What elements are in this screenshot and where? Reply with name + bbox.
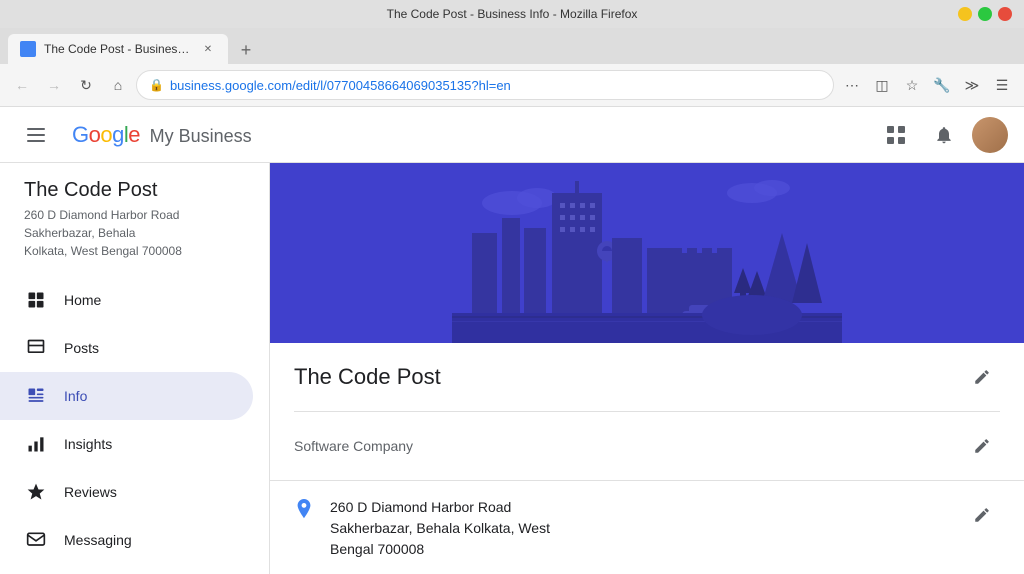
business-name-row: The Code Post (294, 343, 1000, 412)
cover-image (270, 163, 1024, 343)
sidebar: The Code Post 260 D Diamond Harbor Road … (0, 163, 270, 574)
sidebar-business-address: 260 D Diamond Harbor Road Sakherbazar, B… (0, 206, 269, 260)
sidebar-item-info[interactable]: Info (0, 372, 253, 420)
header-actions (876, 115, 1008, 155)
sidebar-item-reviews-label: Reviews (64, 484, 117, 500)
overflow-button[interactable]: ≫ (958, 71, 986, 99)
content-area: The Code Post 260 D Diamond Harbor Road … (0, 163, 1024, 574)
sidebar-item-posts-label: Posts (64, 340, 99, 356)
google-logo: Google My Business (72, 122, 252, 148)
url-domain: business.google.com (170, 78, 292, 93)
minimize-button[interactable] (958, 7, 972, 21)
tab-bar: The Code Post - Business In... ✕ + (0, 28, 1024, 64)
reviews-icon (24, 480, 48, 504)
active-tab[interactable]: The Code Post - Business In... ✕ (8, 34, 228, 64)
address-line2: Sakherbazar, Behala (24, 224, 245, 242)
address-detail-line3: Bengal 700008 (330, 539, 948, 560)
main-content: The Code Post Software Company (270, 163, 1024, 574)
tools-button[interactable]: 🔧 (928, 71, 956, 99)
business-category-row: Software Company (294, 412, 1000, 480)
lock-icon: 🔒 (149, 78, 164, 92)
address-bar: ← → ↻ ⌂ 🔒 business.google.com/edit/l/077… (0, 64, 1024, 106)
more-options-button[interactable]: ⋯ (838, 71, 866, 99)
address-row: 260 D Diamond Harbor Road Sakherbazar, B… (294, 497, 1000, 560)
avatar-image (972, 117, 1008, 153)
info-section: The Code Post Software Company (270, 343, 1024, 480)
sidebar-item-reviews[interactable]: Reviews (0, 468, 253, 516)
business-name: The Code Post (294, 364, 441, 390)
sidebar-item-insights[interactable]: Insights (0, 420, 253, 468)
apps-grid-button[interactable] (876, 115, 916, 155)
address-line3: Kolkata, West Bengal 700008 (24, 242, 245, 260)
sidebar-business-name: The Code Post (0, 179, 269, 202)
menu-button[interactable]: ☰ (988, 71, 1016, 99)
edit-category-button[interactable] (964, 428, 1000, 464)
address-line1: 260 D Diamond Harbor Road (24, 206, 245, 224)
address-section: 260 D Diamond Harbor Road Sakherbazar, B… (270, 480, 1024, 574)
browser-chrome: The Code Post - Business In... ✕ + ← → ↻… (0, 28, 1024, 107)
sidebar-item-insights-label: Insights (64, 436, 112, 452)
info-card: The Code Post Software Company (270, 343, 1024, 574)
titlebar: The Code Post - Business Info - Mozilla … (0, 0, 1024, 28)
maximize-button[interactable] (978, 7, 992, 21)
tab-close-button[interactable]: ✕ (200, 41, 216, 57)
new-tab-button[interactable]: + (232, 36, 260, 64)
address-text: 260 D Diamond Harbor Road Sakherbazar, B… (330, 497, 948, 560)
sidebar-item-messaging-label: Messaging (64, 532, 132, 548)
url-actions: ⋯ ◫ ☆ 🔧 ≫ ☰ (838, 71, 1016, 99)
close-button[interactable] (998, 7, 1012, 21)
home-button[interactable]: ⌂ (104, 71, 132, 99)
forward-button[interactable]: → (40, 71, 68, 99)
app-header: Google My Business (0, 107, 1024, 163)
tab-favicon (20, 41, 36, 57)
sidebar-item-home[interactable]: Home (0, 276, 253, 324)
edit-address-button[interactable] (964, 497, 1000, 533)
address-detail-line2: Sakherbazar, Behala Kolkata, West (330, 518, 948, 539)
avatar[interactable] (972, 117, 1008, 153)
edit-name-button[interactable] (964, 359, 1000, 395)
back-button[interactable]: ← (8, 71, 36, 99)
my-business-label: My Business (150, 126, 252, 146)
url-bar[interactable]: 🔒 business.google.com/edit/l/07700458664… (136, 70, 834, 100)
posts-icon (24, 336, 48, 360)
info-icon (24, 384, 48, 408)
location-pin-icon (294, 499, 314, 529)
insights-icon (24, 432, 48, 456)
business-category: Software Company (294, 438, 413, 454)
notifications-button[interactable] (924, 115, 964, 155)
address-detail-line1: 260 D Diamond Harbor Road (330, 497, 948, 518)
pocket-button[interactable]: ◫ (868, 71, 896, 99)
refresh-button[interactable]: ↻ (72, 71, 100, 99)
tab-title: The Code Post - Business In... (44, 42, 192, 56)
bookmark-button[interactable]: ☆ (898, 71, 926, 99)
sidebar-item-home-label: Home (64, 292, 101, 308)
home-icon (24, 288, 48, 312)
sidebar-item-messaging[interactable]: Messaging (0, 516, 253, 564)
sidebar-item-info-label: Info (64, 388, 87, 404)
titlebar-title: The Code Post - Business Info - Mozilla … (387, 7, 638, 21)
url-text: business.google.com/edit/l/0770045866406… (170, 78, 821, 93)
messaging-icon (24, 528, 48, 552)
url-path: /edit/l/07700458664069035135?hl=en (292, 78, 511, 93)
app-layout: Google My Business (0, 107, 1024, 574)
sidebar-item-posts[interactable]: Posts (0, 324, 253, 372)
window-controls (958, 7, 1012, 21)
hamburger-menu[interactable] (16, 115, 56, 155)
